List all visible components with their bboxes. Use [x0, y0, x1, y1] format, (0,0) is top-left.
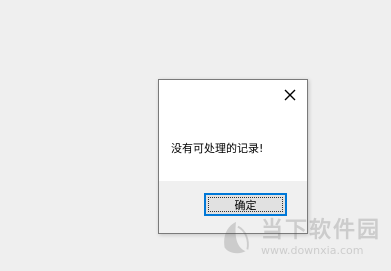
ok-button[interactable]: 确定 — [204, 193, 287, 216]
dialog-footer: 确定 — [159, 181, 307, 233]
ok-button-label: 确定 — [234, 198, 257, 212]
dialog-message: 没有可处理的记录! — [171, 142, 264, 155]
close-button[interactable] — [279, 84, 301, 106]
message-dialog: 没有可处理的记录! 确定 — [158, 79, 308, 234]
close-icon — [284, 89, 296, 101]
watermark-url: www.downxia.com — [260, 244, 364, 257]
